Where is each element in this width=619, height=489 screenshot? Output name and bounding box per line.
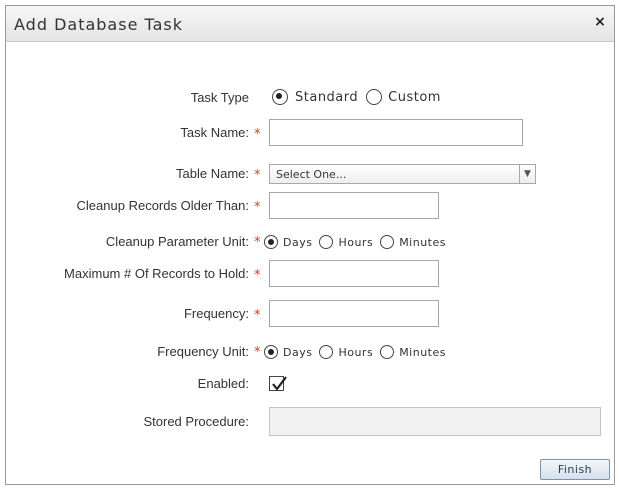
finish-button[interactable]: Finish	[540, 459, 610, 480]
required-marker: *	[254, 235, 261, 250]
table-name-selected: Select One...	[276, 168, 347, 181]
enabled-label: Enabled:	[197, 376, 249, 391]
frequency-input[interactable]	[269, 300, 439, 327]
radio-custom[interactable]	[366, 89, 383, 105]
table-name-label: Table Name:	[176, 166, 249, 181]
chevron-down-icon[interactable]: ▼	[519, 165, 535, 183]
required-marker: *	[254, 308, 261, 323]
cleanup-unit-label: Cleanup Parameter Unit:	[105, 234, 249, 249]
task-name-input[interactable]	[269, 119, 523, 146]
required-marker: *	[254, 127, 261, 142]
radio-standard-label[interactable]: Standard	[295, 90, 358, 105]
task-type-label: Task Type	[190, 90, 249, 105]
frequency-label: Frequency:	[183, 306, 249, 321]
required-marker: *	[254, 200, 261, 215]
max-records-input[interactable]	[269, 260, 439, 287]
task-type-radio-group: Standard Custom	[272, 89, 441, 105]
table-name-select[interactable]: Select One... ▼	[269, 164, 536, 184]
frequency-unit-radio-group: Days Hours Minutes	[264, 345, 446, 359]
frequency-unit-label: Frequency Unit:	[157, 344, 249, 359]
radio-cleanup-minutes[interactable]	[380, 235, 395, 249]
cleanup-older-than-label: Cleanup Records Older Than:	[76, 198, 249, 213]
radio-cleanup-days-label[interactable]: Days	[283, 236, 312, 249]
stored-procedure-label: Stored Procedure:	[143, 414, 249, 429]
cleanup-older-than-input[interactable]	[269, 192, 439, 219]
required-marker: *	[254, 345, 261, 360]
task-name-label: Task Name:	[180, 125, 249, 140]
radio-frequency-minutes-label[interactable]: Minutes	[399, 346, 446, 359]
add-database-task-dialog: Add Database Task × Task Type Standard C…	[5, 5, 615, 485]
required-marker: *	[254, 168, 261, 183]
radio-frequency-minutes[interactable]	[380, 345, 395, 359]
enabled-checkbox[interactable]	[269, 376, 287, 391]
stored-procedure-input[interactable]	[269, 407, 601, 436]
required-marker: *	[254, 268, 261, 283]
radio-frequency-hours-label[interactable]: Hours	[338, 346, 373, 359]
radio-custom-label[interactable]: Custom	[388, 90, 441, 105]
radio-cleanup-hours[interactable]	[319, 235, 334, 249]
radio-standard[interactable]	[272, 89, 288, 105]
radio-cleanup-hours-label[interactable]: Hours	[338, 236, 373, 249]
dialog-titlebar: Add Database Task ×	[6, 6, 614, 42]
radio-cleanup-minutes-label[interactable]: Minutes	[399, 236, 446, 249]
radio-frequency-days-label[interactable]: Days	[283, 346, 312, 359]
checkmark-icon	[272, 376, 287, 391]
radio-frequency-days[interactable]	[264, 345, 278, 359]
max-records-label: Maximum # Of Records to Hold:	[64, 266, 249, 281]
radio-frequency-hours[interactable]	[319, 345, 334, 359]
radio-cleanup-days[interactable]	[264, 235, 278, 249]
close-icon[interactable]: ×	[592, 14, 608, 30]
dialog-title: Add Database Task	[14, 15, 184, 34]
cleanup-unit-radio-group: Days Hours Minutes	[264, 235, 446, 249]
